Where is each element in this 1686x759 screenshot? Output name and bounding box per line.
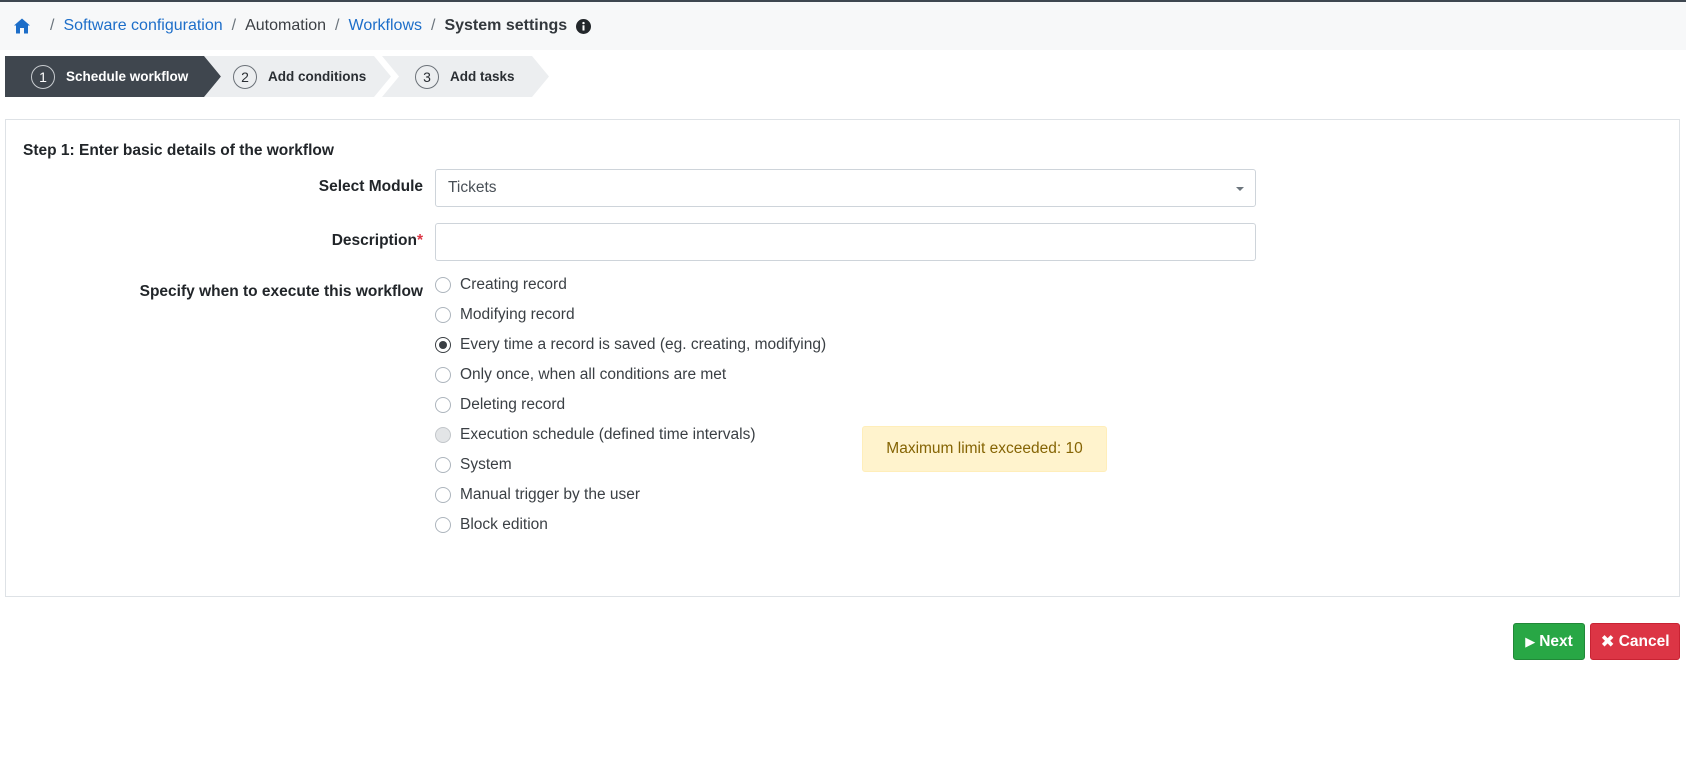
radio-button[interactable] xyxy=(435,457,451,473)
description-label: Description* xyxy=(331,232,423,249)
description-input[interactable] xyxy=(435,223,1256,261)
next-button-label: Next xyxy=(1539,632,1573,650)
step-label: Schedule workflow xyxy=(66,69,189,84)
panel-title: Step 1: Enter basic details of the workf… xyxy=(23,142,334,159)
breadcrumb-automation: Automation xyxy=(245,17,327,34)
breadcrumb-software-configuration[interactable]: Software configuration xyxy=(63,17,222,35)
step-number: 1 xyxy=(31,64,55,89)
step-number: 3 xyxy=(415,64,439,89)
select-module-label: Select Module xyxy=(318,178,423,195)
step-number: 2 xyxy=(233,64,257,89)
radio-label: Block edition xyxy=(460,516,548,533)
radio-execution-schedule: Execution schedule (defined time interva… xyxy=(435,426,756,444)
workflow-details-panel: Step 1: Enter basic details of the workf… xyxy=(5,119,1680,597)
radio-label: Manual trigger by the user xyxy=(460,486,641,503)
radio-button[interactable] xyxy=(435,277,451,293)
page-title: System settings xyxy=(444,17,568,34)
radio-label: Only once, when all conditions are met xyxy=(460,366,727,383)
radio-button[interactable] xyxy=(435,307,451,323)
cancel-button[interactable]: ✖ Cancel xyxy=(1590,623,1680,660)
breadcrumb-workflows[interactable]: Workflows xyxy=(349,17,423,35)
breadcrumb-separator: / xyxy=(431,17,436,34)
execute-when-label: Specify when to execute this workflow xyxy=(139,283,423,300)
step-add-conditions[interactable]: 2 Add conditions xyxy=(204,56,391,97)
radio-label: Creating record xyxy=(460,276,567,293)
radio-button[interactable] xyxy=(435,397,451,413)
breadcrumb: / Software configuration / Automation / … xyxy=(0,2,1686,50)
limit-warning-alert: Maximum limit exceeded: 10 xyxy=(862,426,1107,472)
radio-manual-trigger[interactable]: Manual trigger by the user xyxy=(435,486,640,504)
radio-button[interactable] xyxy=(435,367,451,383)
module-select[interactable]: Tickets xyxy=(435,169,1256,207)
radio-button[interactable] xyxy=(435,487,451,503)
next-button[interactable]: ▶ Next xyxy=(1513,623,1585,660)
radio-system[interactable]: System xyxy=(435,456,512,474)
breadcrumb-separator: / xyxy=(335,17,340,34)
radio-modifying-record[interactable]: Modifying record xyxy=(435,306,575,324)
radio-every-save[interactable]: Every time a record is saved (eg. creati… xyxy=(435,336,826,354)
radio-creating-record[interactable]: Creating record xyxy=(435,276,567,294)
breadcrumb-separator: / xyxy=(231,17,237,34)
radio-label: Modifying record xyxy=(460,306,575,323)
radio-label: Execution schedule (defined time interva… xyxy=(460,426,756,443)
radio-block-edition[interactable]: Block edition xyxy=(435,516,548,534)
radio-button-disabled xyxy=(435,427,451,443)
radio-label: Every time a record is saved (eg. creati… xyxy=(460,336,827,353)
step-label: Add conditions xyxy=(268,69,367,84)
module-select-value: Tickets xyxy=(448,179,497,196)
step-label: Add tasks xyxy=(450,69,515,84)
radio-only-once[interactable]: Only once, when all conditions are met xyxy=(435,366,726,384)
radio-label: System xyxy=(460,456,512,473)
breadcrumb-separator: / xyxy=(50,17,55,34)
radio-deleting-record[interactable]: Deleting record xyxy=(435,396,565,414)
wizard-steps: 1 Schedule workflow 2 Add conditions 3 A… xyxy=(5,56,565,97)
home-icon[interactable] xyxy=(13,17,31,35)
cancel-button-label: Cancel xyxy=(1618,632,1670,650)
radio-label: Deleting record xyxy=(460,396,566,413)
times-icon: ✖ xyxy=(1600,631,1615,651)
step-add-tasks[interactable]: 3 Add tasks xyxy=(382,56,549,97)
radio-button-checked[interactable] xyxy=(435,337,451,353)
caret-down-icon xyxy=(1236,187,1244,191)
required-marker: * xyxy=(416,232,423,249)
info-circle-icon[interactable] xyxy=(576,18,592,34)
step-schedule-workflow[interactable]: 1 Schedule workflow xyxy=(5,56,221,97)
radio-button[interactable] xyxy=(435,517,451,533)
caret-right-icon: ▶ xyxy=(1525,633,1536,649)
